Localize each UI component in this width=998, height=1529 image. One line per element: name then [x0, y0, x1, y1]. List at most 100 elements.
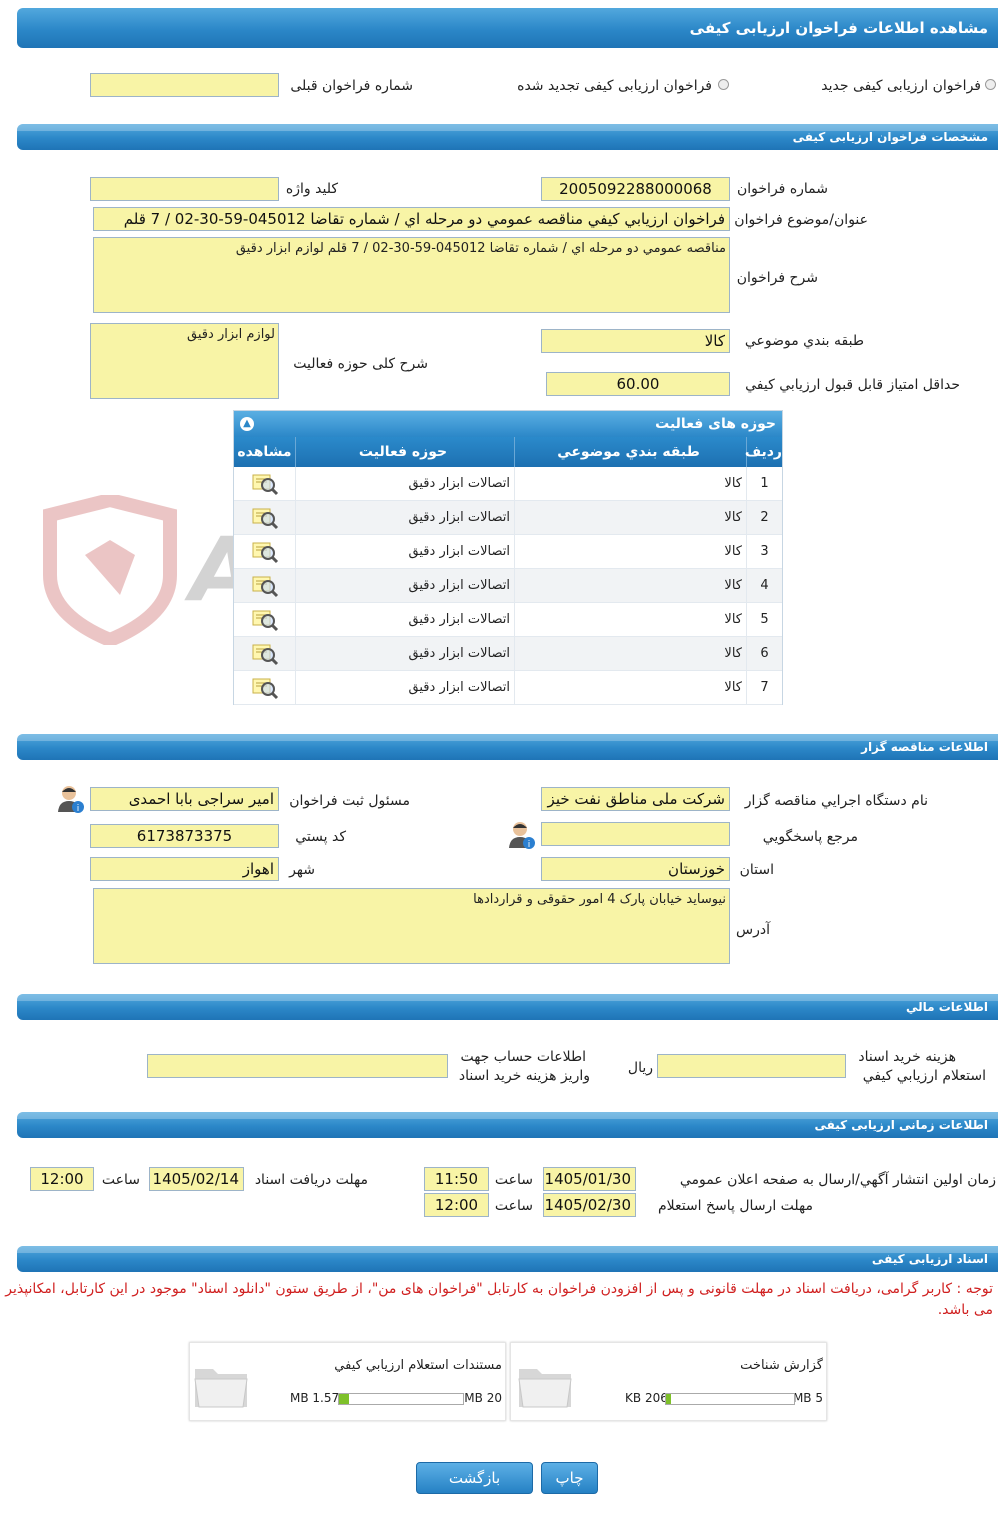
finance-section-title: اطلاعات مالي [905, 1000, 988, 1014]
renewed-call-label: فراخوان ارزیابی کیفی تجدید شده [517, 78, 712, 94]
col-row: رديف [745, 437, 782, 467]
reply-deadline-date-field[interactable]: 1405/02/30 [543, 1193, 636, 1217]
row-category: کالا [514, 671, 746, 704]
category-field[interactable]: کالا [541, 329, 730, 353]
call-number-field[interactable]: 2005092288000068 [541, 177, 730, 201]
row-number: 6 [746, 637, 782, 670]
doc-deadline-time-label: ساعت [101, 1172, 140, 1188]
account-label-line2: واريز هزينه خريد اسناد [458, 1068, 590, 1084]
subject-label: عنوان/موضوع فراخوان [734, 212, 868, 228]
row-activity: اتصالات ابزار دقيق [295, 501, 514, 534]
row-activity: اتصالات ابزار دقيق [295, 603, 514, 636]
col-activity: حوزه فعاليت [295, 437, 514, 467]
specs-section-header: مشخصات فراخوان ارزیابی کیفی [17, 124, 998, 150]
view-cell [234, 467, 295, 500]
view-magnifier-icon[interactable] [251, 608, 279, 632]
publish-time-label: ساعت [494, 1172, 533, 1188]
docs-section-title: اسناد ارزیابی کیفی [871, 1252, 988, 1266]
activities-table-header: حوزه های فعالیت ▲ [234, 411, 782, 437]
min-score-field[interactable]: 60.00 [546, 372, 730, 396]
view-magnifier-icon[interactable] [251, 642, 279, 666]
col-view: مشاهده [237, 444, 292, 460]
svg-text:i: i [528, 840, 531, 850]
view-magnifier-icon[interactable] [251, 676, 279, 700]
min-score-label: حداقل امتياز قابل قبول ارزيابي کيفي [745, 377, 960, 393]
view-magnifier-icon[interactable] [251, 540, 279, 564]
province-label: استان [739, 862, 774, 878]
row-category: کالا [514, 501, 746, 534]
view-cell [234, 535, 295, 568]
doc-cost-field[interactable] [657, 1054, 846, 1078]
activities-title: حوزه های فعالیت [655, 416, 776, 432]
view-cell [234, 637, 295, 670]
doc-deadline-date-field[interactable]: 1405/02/14 [149, 1167, 244, 1191]
org-field[interactable]: شرکت ملی مناطق نفت خیز جنوب [541, 787, 730, 811]
tenderer-section-title: اطلاعات مناقصه گزار [861, 740, 988, 754]
finance-section-header: اطلاعات مالي [17, 994, 998, 1020]
activity-desc-field[interactable]: لوازم ابزار دقيق [90, 323, 279, 399]
description-field[interactable]: مناقصه عمومي دو مرحله اي / شماره تقاضا 0… [93, 237, 730, 313]
table-row: 5 کالا اتصالات ابزار دقيق [234, 603, 782, 637]
reference-user-icon[interactable]: i [508, 820, 536, 850]
view-magnifier-icon[interactable] [251, 472, 279, 496]
row-activity: اتصالات ابزار دقيق [295, 535, 514, 568]
table-row: 4 کالا اتصالات ابزار دقيق [234, 569, 782, 603]
view-cell [234, 603, 295, 636]
org-label: نام دستگاه اجرايي مناقصه گزار [744, 793, 928, 809]
province-field[interactable]: خوزستان [541, 857, 730, 881]
city-field[interactable]: اهواز [90, 857, 279, 881]
collapse-icon[interactable]: ▲ [240, 417, 254, 431]
renewed-call-radio[interactable] [718, 79, 729, 90]
file-card-report[interactable]: گزارش شناخت 206 KB 5 MB [510, 1342, 827, 1421]
view-cell [234, 671, 295, 704]
keyword-label: کلید واژه [285, 181, 338, 197]
reference-field[interactable] [541, 822, 730, 846]
timing-section-title: اطلاعات زمانی ارزیابی کیفی [814, 1118, 988, 1132]
keyword-field[interactable] [90, 177, 279, 201]
activities-columns: رديف طبقه بندي موضوعي حوزه فعاليت مشاهده [234, 437, 782, 467]
back-button[interactable]: بازگشت [416, 1462, 533, 1494]
responsible-field[interactable]: امیر سراجی بابا احمدی [90, 787, 279, 811]
svg-text:i: i [77, 804, 80, 814]
view-magnifier-icon[interactable] [251, 506, 279, 530]
publish-time-field[interactable]: 11:50 [424, 1167, 489, 1191]
prev-number-label: شماره فراخوان قبلی [290, 78, 413, 94]
address-field[interactable]: نیوساید خیابان پارک 4 امور حقوقی و قرارد… [93, 888, 730, 964]
row-number: 4 [746, 569, 782, 602]
docs-note: توجه : کاربر گرامی، دریافت اسناد در مهلت… [5, 1281, 993, 1318]
reply-deadline-time-field[interactable]: 12:00 [424, 1193, 489, 1217]
account-label-line1: اطلاعات حساب جهت [460, 1049, 586, 1065]
subject-field[interactable]: فراخوان ارزيابي کيفي مناقصه عمومي دو مرح… [93, 207, 730, 231]
activity-desc-label: شرح کلی حوزه فعالیت [293, 356, 428, 372]
print-button[interactable]: چاپ [541, 1462, 598, 1494]
view-magnifier-icon[interactable] [251, 574, 279, 598]
doc-deadline-time-field[interactable]: 12:00 [30, 1167, 94, 1191]
city-label: شهر [289, 862, 315, 878]
file-card-docs[interactable]: مستندات استعلام ارزيابي کيفي 1.57 MB 20 … [189, 1342, 506, 1421]
table-row: 2 کالا اتصالات ابزار دقيق [234, 501, 782, 535]
file-max-size: 20 MB [464, 1391, 502, 1405]
account-field[interactable] [147, 1054, 448, 1078]
postal-field[interactable]: 6173873375 [90, 824, 279, 848]
row-category: کالا [514, 535, 746, 568]
row-category: کالا [514, 603, 746, 636]
row-activity: اتصالات ابزار دقيق [295, 467, 514, 500]
cost-label-line1: هزينه خريد اسناد [858, 1049, 956, 1065]
timing-section-header: اطلاعات زمانی ارزیابی کیفی [17, 1112, 998, 1138]
table-row: 6 کالا اتصالات ابزار دقيق [234, 637, 782, 671]
activities-table: حوزه های فعالیت ▲ رديف طبقه بندي موضوعي … [233, 410, 783, 705]
new-call-radio[interactable] [985, 79, 996, 90]
tenderer-section-header: اطلاعات مناقصه گزار [17, 734, 998, 760]
col-category: طبقه بندي موضوعي [514, 437, 746, 467]
file-size: 206 KB [625, 1391, 668, 1405]
file-size: 1.57 MB [290, 1391, 340, 1405]
prev-number-field[interactable] [90, 73, 279, 97]
reference-label: مرجع پاسخگويي [762, 829, 858, 845]
row-activity: اتصالات ابزار دقيق [295, 671, 514, 704]
publish-date-field[interactable]: 1405/01/30 [543, 1167, 636, 1191]
table-row: 7 کالا اتصالات ابزار دقيق [234, 671, 782, 705]
user-info-icon[interactable]: i [57, 784, 85, 814]
category-label: طبقه بندي موضوعي [744, 333, 864, 349]
description-label: شرح فراخوان [736, 270, 818, 286]
reply-deadline-label: مهلت ارسال پاسخ استعلام [657, 1198, 813, 1214]
